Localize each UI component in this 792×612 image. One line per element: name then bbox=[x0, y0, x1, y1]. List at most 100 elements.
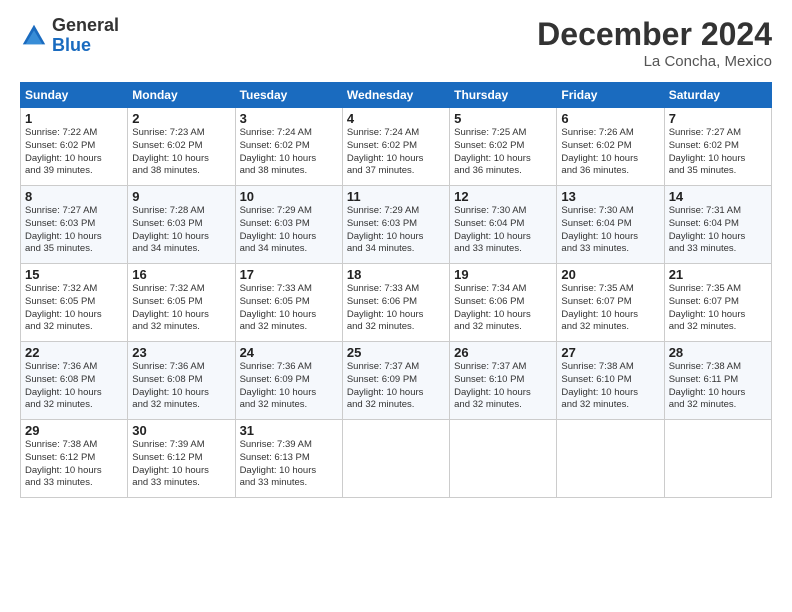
day-number: 25 bbox=[347, 345, 445, 360]
day-info: Sunrise: 7:30 AMSunset: 6:04 PMDaylight:… bbox=[561, 205, 659, 256]
day-info: Sunrise: 7:34 AMSunset: 6:06 PMDaylight:… bbox=[454, 283, 552, 334]
calendar-header-monday: Monday bbox=[128, 83, 235, 108]
day-number: 17 bbox=[240, 267, 338, 282]
day-number: 26 bbox=[454, 345, 552, 360]
logo-icon bbox=[20, 22, 48, 50]
day-number: 7 bbox=[669, 111, 767, 126]
day-info: Sunrise: 7:32 AMSunset: 6:05 PMDaylight:… bbox=[25, 283, 123, 334]
page: General Blue December 2024 La Concha, Me… bbox=[0, 0, 792, 612]
table-row: 2Sunrise: 7:23 AMSunset: 6:02 PMDaylight… bbox=[128, 108, 235, 186]
day-info: Sunrise: 7:38 AMSunset: 6:10 PMDaylight:… bbox=[561, 361, 659, 412]
table-row: 15Sunrise: 7:32 AMSunset: 6:05 PMDayligh… bbox=[21, 264, 128, 342]
table-row: 29Sunrise: 7:38 AMSunset: 6:12 PMDayligh… bbox=[21, 420, 128, 498]
table-row: 14Sunrise: 7:31 AMSunset: 6:04 PMDayligh… bbox=[664, 186, 771, 264]
day-number: 8 bbox=[25, 189, 123, 204]
day-number: 29 bbox=[25, 423, 123, 438]
day-info: Sunrise: 7:33 AMSunset: 6:06 PMDaylight:… bbox=[347, 283, 445, 334]
day-number: 4 bbox=[347, 111, 445, 126]
table-row: 7Sunrise: 7:27 AMSunset: 6:02 PMDaylight… bbox=[664, 108, 771, 186]
table-row: 5Sunrise: 7:25 AMSunset: 6:02 PMDaylight… bbox=[450, 108, 557, 186]
table-row: 22Sunrise: 7:36 AMSunset: 6:08 PMDayligh… bbox=[21, 342, 128, 420]
day-number: 23 bbox=[132, 345, 230, 360]
table-row: 19Sunrise: 7:34 AMSunset: 6:06 PMDayligh… bbox=[450, 264, 557, 342]
day-info: Sunrise: 7:30 AMSunset: 6:04 PMDaylight:… bbox=[454, 205, 552, 256]
day-info: Sunrise: 7:39 AMSunset: 6:13 PMDaylight:… bbox=[240, 439, 338, 490]
day-number: 15 bbox=[25, 267, 123, 282]
table-row: 31Sunrise: 7:39 AMSunset: 6:13 PMDayligh… bbox=[235, 420, 342, 498]
table-row bbox=[450, 420, 557, 498]
day-info: Sunrise: 7:23 AMSunset: 6:02 PMDaylight:… bbox=[132, 127, 230, 178]
title-block: December 2024 La Concha, Mexico bbox=[537, 16, 772, 70]
table-row: 21Sunrise: 7:35 AMSunset: 6:07 PMDayligh… bbox=[664, 264, 771, 342]
day-info: Sunrise: 7:32 AMSunset: 6:05 PMDaylight:… bbox=[132, 283, 230, 334]
calendar-header-friday: Friday bbox=[557, 83, 664, 108]
table-row: 9Sunrise: 7:28 AMSunset: 6:03 PMDaylight… bbox=[128, 186, 235, 264]
logo-general: General bbox=[52, 15, 119, 35]
day-info: Sunrise: 7:27 AMSunset: 6:02 PMDaylight:… bbox=[669, 127, 767, 178]
calendar-week-3: 15Sunrise: 7:32 AMSunset: 6:05 PMDayligh… bbox=[21, 264, 772, 342]
table-row bbox=[664, 420, 771, 498]
day-number: 5 bbox=[454, 111, 552, 126]
calendar-week-5: 29Sunrise: 7:38 AMSunset: 6:12 PMDayligh… bbox=[21, 420, 772, 498]
table-row: 3Sunrise: 7:24 AMSunset: 6:02 PMDaylight… bbox=[235, 108, 342, 186]
table-row: 8Sunrise: 7:27 AMSunset: 6:03 PMDaylight… bbox=[21, 186, 128, 264]
table-row: 13Sunrise: 7:30 AMSunset: 6:04 PMDayligh… bbox=[557, 186, 664, 264]
day-number: 13 bbox=[561, 189, 659, 204]
day-info: Sunrise: 7:25 AMSunset: 6:02 PMDaylight:… bbox=[454, 127, 552, 178]
calendar-week-4: 22Sunrise: 7:36 AMSunset: 6:08 PMDayligh… bbox=[21, 342, 772, 420]
table-row: 30Sunrise: 7:39 AMSunset: 6:12 PMDayligh… bbox=[128, 420, 235, 498]
day-info: Sunrise: 7:22 AMSunset: 6:02 PMDaylight:… bbox=[25, 127, 123, 178]
table-row: 28Sunrise: 7:38 AMSunset: 6:11 PMDayligh… bbox=[664, 342, 771, 420]
logo-text: General Blue bbox=[52, 16, 119, 56]
table-row: 17Sunrise: 7:33 AMSunset: 6:05 PMDayligh… bbox=[235, 264, 342, 342]
table-row: 23Sunrise: 7:36 AMSunset: 6:08 PMDayligh… bbox=[128, 342, 235, 420]
day-number: 12 bbox=[454, 189, 552, 204]
day-number: 1 bbox=[25, 111, 123, 126]
day-number: 28 bbox=[669, 345, 767, 360]
table-row: 4Sunrise: 7:24 AMSunset: 6:02 PMDaylight… bbox=[342, 108, 449, 186]
table-row: 26Sunrise: 7:37 AMSunset: 6:10 PMDayligh… bbox=[450, 342, 557, 420]
table-row: 20Sunrise: 7:35 AMSunset: 6:07 PMDayligh… bbox=[557, 264, 664, 342]
table-row: 24Sunrise: 7:36 AMSunset: 6:09 PMDayligh… bbox=[235, 342, 342, 420]
day-info: Sunrise: 7:36 AMSunset: 6:08 PMDaylight:… bbox=[132, 361, 230, 412]
day-number: 22 bbox=[25, 345, 123, 360]
day-info: Sunrise: 7:26 AMSunset: 6:02 PMDaylight:… bbox=[561, 127, 659, 178]
day-info: Sunrise: 7:29 AMSunset: 6:03 PMDaylight:… bbox=[347, 205, 445, 256]
calendar-header-sunday: Sunday bbox=[21, 83, 128, 108]
day-number: 24 bbox=[240, 345, 338, 360]
table-row: 18Sunrise: 7:33 AMSunset: 6:06 PMDayligh… bbox=[342, 264, 449, 342]
header: General Blue December 2024 La Concha, Me… bbox=[20, 16, 772, 70]
table-row: 16Sunrise: 7:32 AMSunset: 6:05 PMDayligh… bbox=[128, 264, 235, 342]
table-row: 12Sunrise: 7:30 AMSunset: 6:04 PMDayligh… bbox=[450, 186, 557, 264]
logo-blue: Blue bbox=[52, 35, 91, 55]
table-row bbox=[342, 420, 449, 498]
day-number: 19 bbox=[454, 267, 552, 282]
logo: General Blue bbox=[20, 16, 119, 56]
calendar-header-wednesday: Wednesday bbox=[342, 83, 449, 108]
calendar-header-thursday: Thursday bbox=[450, 83, 557, 108]
table-row: 10Sunrise: 7:29 AMSunset: 6:03 PMDayligh… bbox=[235, 186, 342, 264]
calendar-header-row: SundayMondayTuesdayWednesdayThursdayFrid… bbox=[21, 83, 772, 108]
day-number: 20 bbox=[561, 267, 659, 282]
day-number: 9 bbox=[132, 189, 230, 204]
table-row: 11Sunrise: 7:29 AMSunset: 6:03 PMDayligh… bbox=[342, 186, 449, 264]
day-info: Sunrise: 7:36 AMSunset: 6:08 PMDaylight:… bbox=[25, 361, 123, 412]
day-info: Sunrise: 7:24 AMSunset: 6:02 PMDaylight:… bbox=[240, 127, 338, 178]
day-number: 18 bbox=[347, 267, 445, 282]
calendar: SundayMondayTuesdayWednesdayThursdayFrid… bbox=[20, 82, 772, 498]
day-info: Sunrise: 7:31 AMSunset: 6:04 PMDaylight:… bbox=[669, 205, 767, 256]
day-info: Sunrise: 7:37 AMSunset: 6:09 PMDaylight:… bbox=[347, 361, 445, 412]
location: La Concha, Mexico bbox=[537, 53, 772, 70]
day-info: Sunrise: 7:35 AMSunset: 6:07 PMDaylight:… bbox=[561, 283, 659, 334]
day-info: Sunrise: 7:33 AMSunset: 6:05 PMDaylight:… bbox=[240, 283, 338, 334]
table-row: 1Sunrise: 7:22 AMSunset: 6:02 PMDaylight… bbox=[21, 108, 128, 186]
day-info: Sunrise: 7:36 AMSunset: 6:09 PMDaylight:… bbox=[240, 361, 338, 412]
calendar-week-2: 8Sunrise: 7:27 AMSunset: 6:03 PMDaylight… bbox=[21, 186, 772, 264]
calendar-header-saturday: Saturday bbox=[664, 83, 771, 108]
table-row: 25Sunrise: 7:37 AMSunset: 6:09 PMDayligh… bbox=[342, 342, 449, 420]
day-number: 31 bbox=[240, 423, 338, 438]
table-row bbox=[557, 420, 664, 498]
table-row: 27Sunrise: 7:38 AMSunset: 6:10 PMDayligh… bbox=[557, 342, 664, 420]
day-info: Sunrise: 7:38 AMSunset: 6:11 PMDaylight:… bbox=[669, 361, 767, 412]
day-info: Sunrise: 7:38 AMSunset: 6:12 PMDaylight:… bbox=[25, 439, 123, 490]
